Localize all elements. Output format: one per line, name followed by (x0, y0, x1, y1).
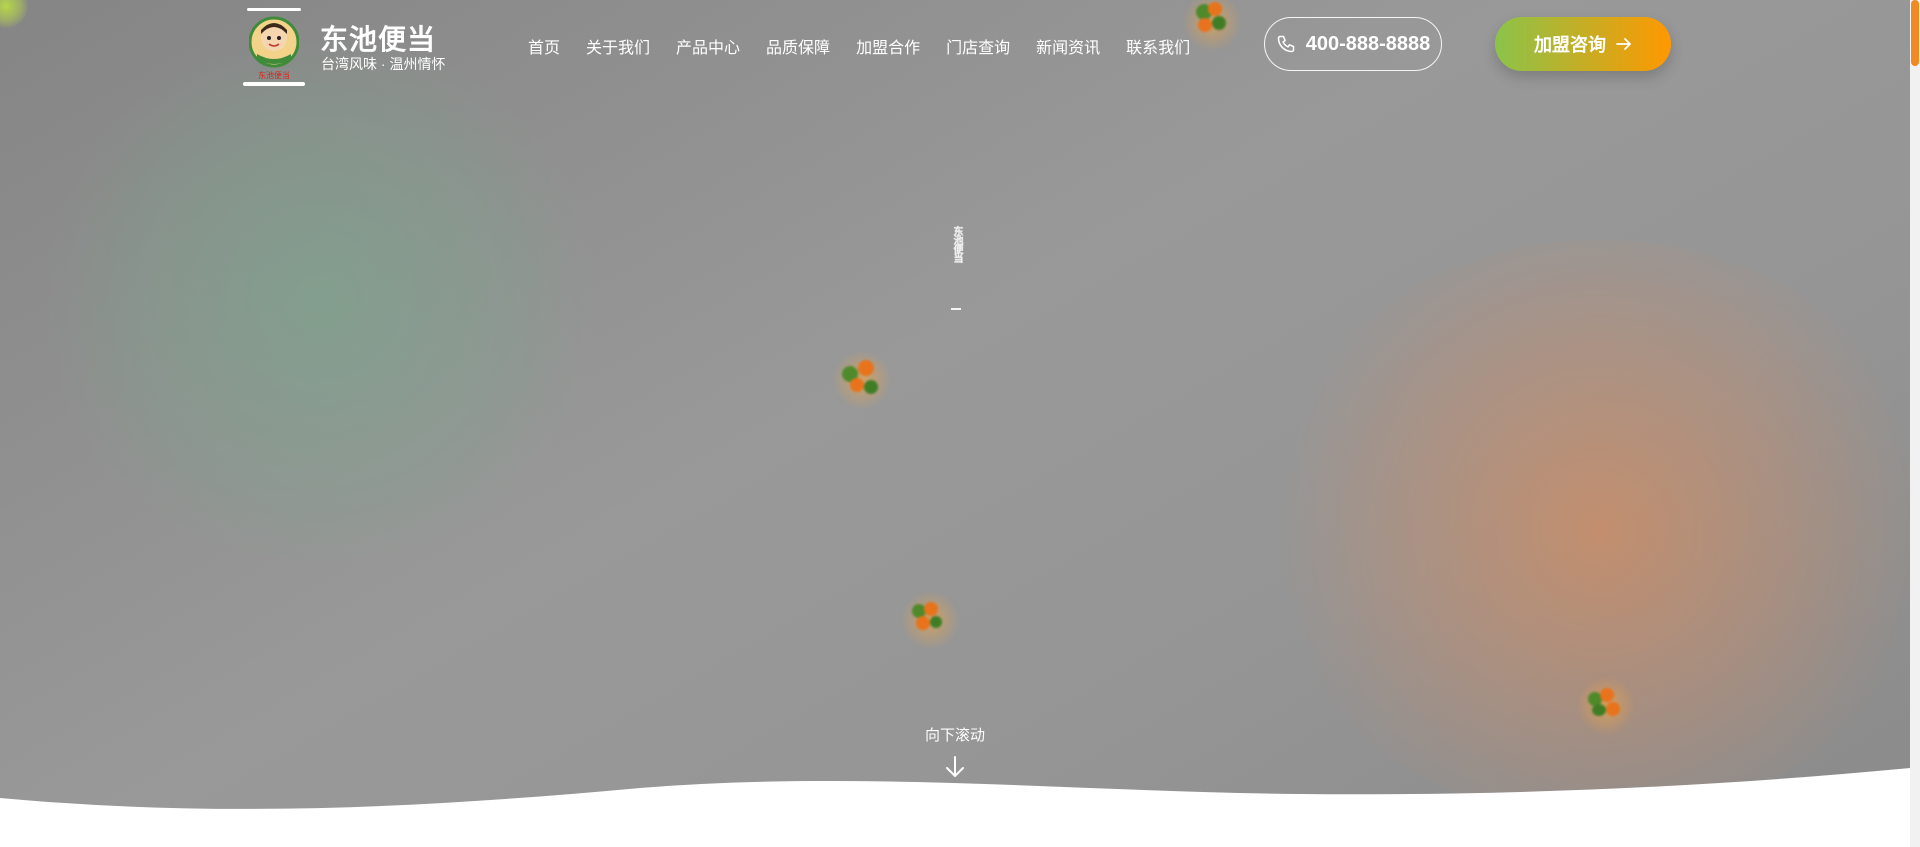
join-consult-button[interactable]: 加盟咨询 (1495, 17, 1671, 71)
vegetable-decoration (900, 590, 960, 650)
page-scrollbar[interactable] (1910, 0, 1920, 847)
phone-button[interactable]: 400-888-8888 (1264, 17, 1442, 71)
join-consult-label: 加盟咨询 (1534, 35, 1606, 55)
mascot-logo-icon: 东池便当 (249, 16, 299, 80)
nav-item-contact[interactable]: 联系我们 (1126, 34, 1190, 58)
nav-item-products[interactable]: 产品中心 (676, 34, 740, 58)
nav-item-stores[interactable]: 门店查询 (946, 34, 1010, 58)
phone-number: 400-888-8888 (1305, 32, 1431, 55)
site-header: 东池便当 东池便当 台湾风味 · 温州情怀 首页 关于我们 产品中心 品质保障 … (0, 0, 1910, 90)
hero-vertical-text: 东池便当 (951, 226, 962, 262)
nav-item-about[interactable]: 关于我们 (586, 34, 650, 58)
nav-item-news[interactable]: 新闻资讯 (1036, 34, 1100, 58)
nav-item-franchise[interactable]: 加盟合作 (856, 34, 920, 58)
main-nav: 首页 关于我们 产品中心 品质保障 加盟合作 门店查询 新闻资讯 联系我们 (528, 34, 1216, 58)
hero-section: 东池便当 向下滚动 (0, 0, 1910, 847)
green-glow-decoration (40, 40, 600, 560)
bottom-wave-divider (0, 768, 1910, 847)
logo-text: 东池便当 (258, 70, 290, 80)
vegetable-decoration (1576, 676, 1636, 736)
scroll-down-label: 向下滚动 (924, 727, 985, 744)
arrow-right-icon (1616, 38, 1631, 50)
brand-title[interactable]: 东池便当 (320, 18, 436, 58)
hero-divider (951, 308, 961, 310)
logo-bottom-bar (243, 82, 305, 86)
brand-subtitle: 台湾风味 · 温州情怀 (321, 56, 446, 72)
hero-vertical-title: 东池便当 (937, 226, 975, 298)
nav-item-quality[interactable]: 品质保障 (766, 34, 830, 58)
orange-glow-decoration (1260, 240, 1910, 820)
vegetable-decoration (832, 350, 892, 410)
logo-top-bar (247, 8, 301, 11)
scrollbar-thumb[interactable] (1911, 0, 1919, 66)
phone-icon (1277, 35, 1294, 53)
nav-item-home[interactable]: 首页 (528, 34, 560, 58)
logo[interactable]: 东池便当 (243, 8, 305, 86)
